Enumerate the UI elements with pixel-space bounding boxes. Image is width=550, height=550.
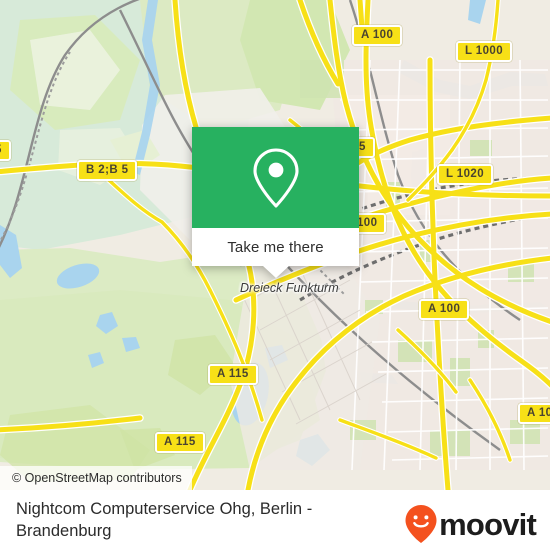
- road-shield[interactable]: A 115: [208, 364, 258, 385]
- map-pin-icon: [252, 147, 299, 208]
- moovit-smiley-pin-icon: [405, 505, 437, 543]
- moovit-wordmark: moovit: [439, 506, 537, 542]
- footer-bar: Nightcom Computerservice Ohg, Berlin - B…: [0, 490, 550, 550]
- road-shield[interactable]: B 2;B 5: [77, 160, 138, 181]
- road-shield[interactable]: L 1000: [456, 41, 512, 62]
- place-label-dreieck-funkturm: Dreieck Funkturm: [240, 281, 339, 295]
- take-me-there-button[interactable]: Take me there: [192, 228, 359, 266]
- road-shield[interactable]: A 115: [155, 432, 205, 453]
- popup-icon-area: [192, 127, 359, 228]
- moovit-brand[interactable]: moovit: [404, 504, 537, 544]
- osm-attribution[interactable]: © OpenStreetMap contributors: [0, 466, 192, 490]
- location-popup-card[interactable]: Take me there: [192, 127, 359, 278]
- map-canvas[interactable]: 5 B 2;B 5 A 100 L 1000 5 L 1020 100 A 10…: [0, 0, 550, 490]
- osm-attribution-text: © OpenStreetMap contributors: [12, 471, 182, 485]
- take-me-there-label: Take me there: [227, 238, 324, 256]
- popup-pointer-tip: [262, 266, 289, 278]
- moovit-location-card: 5 B 2;B 5 A 100 L 1000 5 L 1020 100 A 10…: [0, 0, 550, 550]
- road-shield[interactable]: L 1020: [437, 164, 493, 185]
- road-shield[interactable]: A 100: [352, 25, 403, 46]
- road-shield[interactable]: 5: [0, 140, 11, 161]
- road-shield[interactable]: A 100: [518, 403, 550, 424]
- page-title: Nightcom Computerservice Ohg, Berlin - B…: [16, 500, 313, 540]
- road-shield[interactable]: A 100: [419, 299, 470, 320]
